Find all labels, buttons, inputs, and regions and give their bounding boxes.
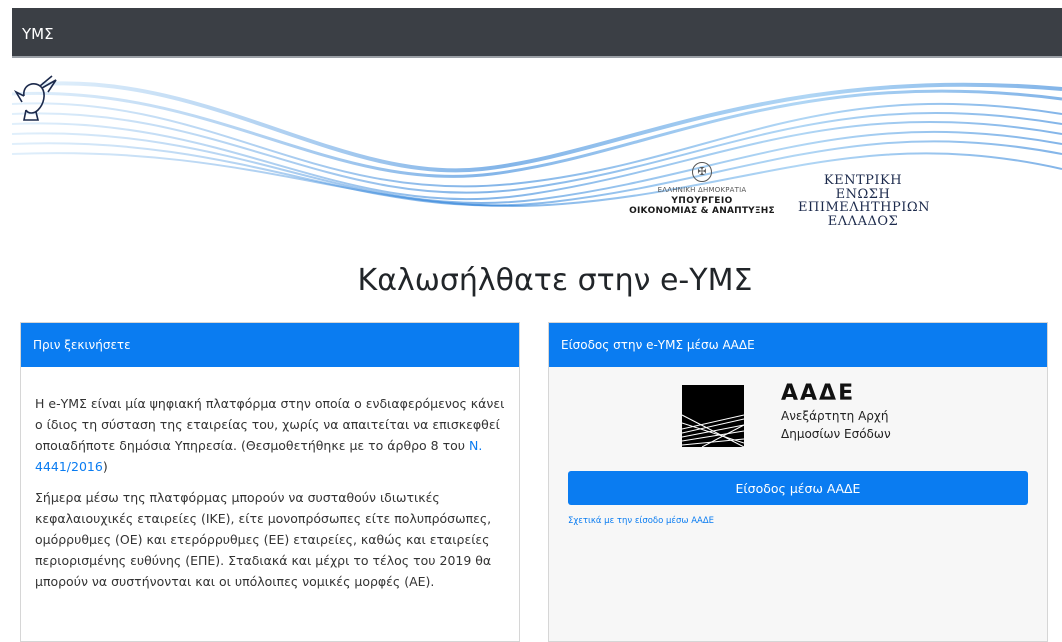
aade-login-button[interactable]: Είσοδος μέσω ΑΑΔΕ bbox=[568, 471, 1028, 505]
intro-paragraph: Η e-ΥΜΣ είναι μία ψηφιακή πλατφόρμα στην… bbox=[35, 396, 505, 474]
greek-emblem-icon: ✠ bbox=[692, 162, 712, 182]
top-navbar: ΥΜΣ bbox=[12, 8, 1062, 58]
aade-login-panel: Είσοδος στην e-ΥΜΣ μέσω ΑΑΔΕ ΑΑΔΕ Ανεξάρ… bbox=[548, 322, 1048, 642]
company-types-paragraph: Σήμερα μέσω της πλατφόρμας μπορούν να συ… bbox=[35, 490, 492, 589]
wave-graphic bbox=[12, 81, 1062, 207]
hermes-head-icon bbox=[13, 75, 57, 121]
ministry-logo: ✠ ΕΛΛΗΝΙΚΗ ΔΗΜΟΚΡΑΤΙΑ ΥΠΟΥΡΓΕΙΟ ΟΙΚΟΝΟΜΙ… bbox=[614, 162, 790, 216]
panel-header: Πριν ξεκινήσετε bbox=[21, 323, 519, 367]
aade-brand: ΑΑΔΕ Ανεξάρτητη Αρχή Δημοσίων Εσόδων bbox=[781, 381, 891, 441]
panel-header: Είσοδος στην e-ΥΜΣ μέσω ΑΑΔΕ bbox=[549, 323, 1047, 367]
header-banner: ✠ ΕΛΛΗΝΙΚΗ ΔΗΜΟΚΡΑΤΙΑ ΥΠΟΥΡΓΕΙΟ ΟΙΚΟΝΟΜΙ… bbox=[12, 74, 1062, 256]
aade-logo-icon bbox=[682, 385, 744, 447]
panel-body: Η e-ΥΜΣ είναι μία ψηφιακή πλατφόρμα στην… bbox=[21, 367, 519, 592]
brand-link[interactable]: ΥΜΣ bbox=[22, 25, 54, 43]
before-you-start-panel: Πριν ξεκινήσετε Η e-ΥΜΣ είναι μία ψηφιακ… bbox=[20, 322, 520, 642]
chamber-logo: ΚΕΝΤΡΙΚΗ ΕΝΩΣΗ ΕΠΙΜΕΛΗΤΗΡΙΩΝ ΕΛΛΑΔΟΣ bbox=[798, 173, 931, 229]
page-title: Καλωσήλθατε στην e-ΥΜΣ bbox=[357, 263, 753, 298]
about-aade-login-link[interactable]: Σχετικά με την είσοδο μέσω ΑΑΔΕ bbox=[568, 516, 714, 526]
